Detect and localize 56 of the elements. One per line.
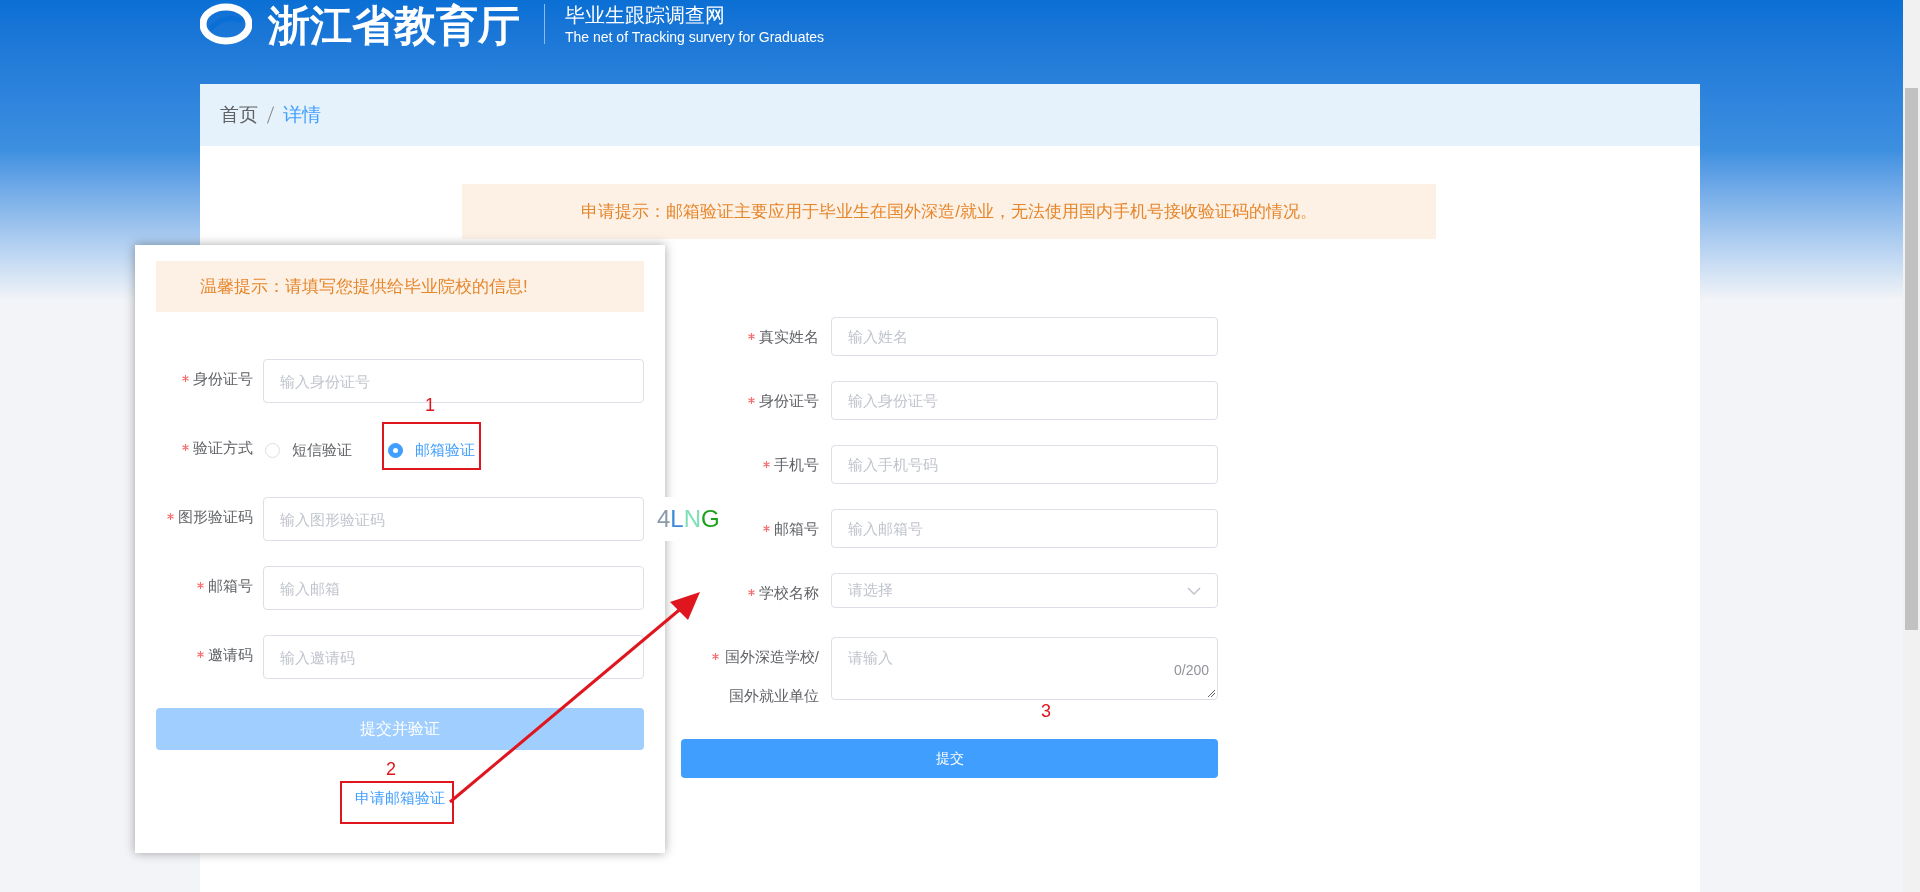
site-subtitle: 毕业生跟踪调查网 (565, 3, 726, 28)
required-asterisk-icon (748, 397, 755, 404)
select-placeholder: 请选择 (848, 580, 893, 601)
site-subtitle-english: The net of Tracking survery for Graduates (565, 28, 825, 46)
textarea-placeholder: 请输入 (848, 649, 893, 666)
captcha-char: N (683, 504, 702, 534)
text-input[interactable]: 输入图形验证码 (263, 497, 644, 541)
notice-banner: 温馨提示：请填写您提供给毕业院校的信息! (156, 261, 644, 312)
field-label: 邀请码 (208, 645, 253, 665)
text-input[interactable]: 输入邀请码 (263, 635, 644, 679)
required-asterisk-icon (748, 333, 755, 340)
resize-grip-icon (1207, 689, 1215, 697)
required-asterisk-icon (712, 653, 719, 660)
required-asterisk-icon (167, 513, 174, 520)
site-title: 浙江省教育厅 (268, 2, 520, 50)
required-asterisk-icon (763, 525, 770, 532)
notice-banner: 申请提示：邮箱验证主要应用于毕业生在国外深造/就业，无法使用国内手机号接收验证码的情况。 (462, 184, 1436, 239)
required-asterisk-icon (182, 444, 189, 451)
field-label: 验证方式 (193, 438, 253, 458)
text-input[interactable]: 输入身份证号 (831, 381, 1218, 420)
radio-option[interactable]: 短信验证 (265, 438, 352, 462)
captcha-char: 4 (657, 504, 671, 534)
text-input[interactable]: 输入手机号码 (831, 445, 1218, 484)
radio-label: 短信验证 (292, 439, 352, 460)
scrollbar-thumb[interactable] (1905, 88, 1918, 630)
breadcrumb-link[interactable]: 首页 (220, 100, 258, 130)
required-asterisk-icon (748, 589, 755, 596)
char-counter: 0/200 (1173, 661, 1209, 680)
field-label: 邮箱号 (208, 576, 253, 596)
captcha-char: G (701, 504, 720, 534)
required-asterisk-icon (197, 582, 204, 589)
annotation-number: 3 (1041, 700, 1051, 723)
field-label: 图形验证码 (178, 507, 253, 527)
field-label: 邮箱号 (774, 519, 819, 539)
select-field[interactable]: 请选择 (831, 573, 1218, 608)
annotation-number: 2 (386, 758, 396, 781)
field-label: 身份证号 (193, 369, 253, 389)
field-label: 国外深造学校/国外就业单位 (723, 647, 819, 706)
apply-email-link[interactable]: 申请邮箱验证 (355, 787, 445, 810)
text-input[interactable]: 输入邮箱 (263, 566, 644, 610)
field-label: 身份证号 (759, 391, 819, 411)
field-label: 手机号 (774, 455, 819, 475)
required-asterisk-icon (182, 375, 189, 382)
required-asterisk-icon (197, 651, 204, 658)
field-label: 学校名称 (759, 583, 819, 603)
radio-label: 邮箱验证 (415, 439, 475, 460)
captcha-char: L (670, 504, 684, 534)
field-label: 真实姓名 (759, 327, 819, 347)
text-input[interactable]: 输入邮箱号 (831, 509, 1218, 548)
breadcrumb-link[interactable]: 详情 (283, 100, 321, 130)
chevron-down-icon (1187, 586, 1201, 595)
required-asterisk-icon (763, 461, 770, 468)
textarea-field[interactable]: 请输入 0/200 (831, 637, 1218, 700)
text-input[interactable]: 输入姓名 (831, 317, 1218, 356)
radio-option[interactable]: 邮箱验证 (388, 438, 475, 462)
submit-button[interactable]: 提交 (681, 739, 1218, 778)
